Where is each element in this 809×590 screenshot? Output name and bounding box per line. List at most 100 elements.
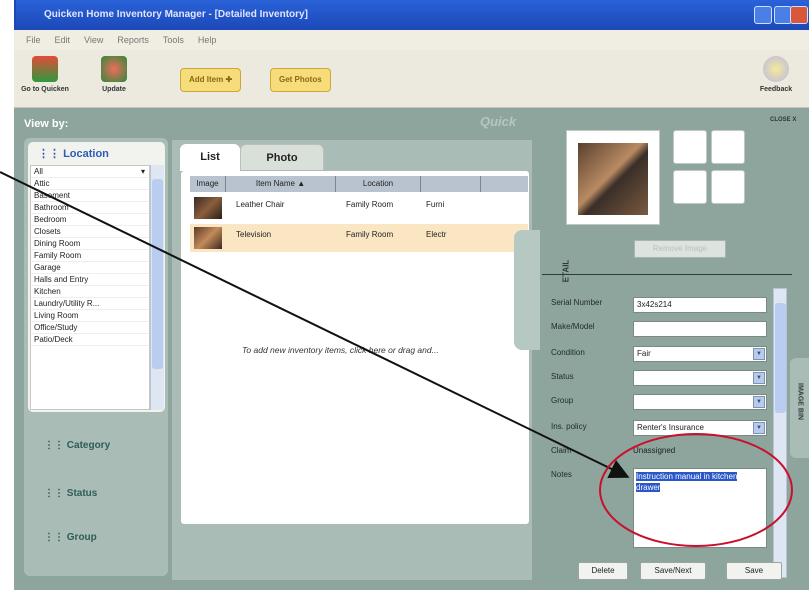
group-select[interactable]: ▼ [633, 394, 767, 410]
make-model-field[interactable] [633, 321, 767, 337]
status-select[interactable]: ▼ [633, 370, 767, 386]
notes-textarea[interactable]: Instruction manual in kitchen drawer [633, 468, 767, 548]
thumbnail-slot[interactable] [673, 170, 707, 204]
grip-icon: ⋮⋮ [44, 488, 67, 499]
save-button[interactable]: Save [726, 562, 782, 580]
condition-select[interactable]: Fair ▼ [633, 346, 767, 362]
location-list[interactable]: All ▾ Attic Basement Bathroom Bedroom Clo… [30, 165, 150, 410]
update-button[interactable]: Update [94, 56, 134, 93]
status-header[interactable]: ⋮⋮ Status [44, 488, 97, 499]
serial-number-label: Serial Number [551, 298, 603, 307]
menu-file[interactable]: File [26, 35, 41, 50]
update-label: Update [102, 86, 126, 93]
col-image-header[interactable]: Image [190, 176, 226, 192]
go-to-quicken-button[interactable]: Go to Quicken [20, 56, 70, 93]
group-header[interactable]: ⋮⋮ Group [44, 532, 97, 543]
tab-photo[interactable]: Photo [240, 144, 324, 171]
condition-label: Condition [551, 348, 585, 357]
list-item[interactable]: Patio/Deck [31, 334, 149, 346]
col-name-header[interactable]: Item Name ▲ [226, 176, 336, 192]
grip-icon: ⋮⋮ [38, 148, 64, 160]
toolbar: Go to Quicken Update Add Item ✚ Get Phot… [14, 50, 809, 108]
list-item[interactable]: Office/Study [31, 322, 149, 334]
list-item[interactable]: Bedroom [31, 214, 149, 226]
list-item[interactable]: Attic [31, 178, 149, 190]
row-thumbnail [190, 194, 226, 222]
quicken-watermark: Quick [480, 114, 517, 129]
menu-edit[interactable]: Edit [55, 35, 71, 50]
list-item[interactable]: Living Room [31, 310, 149, 322]
chevron-down-icon[interactable]: ▼ [753, 348, 765, 360]
tab-item-detail[interactable]: ITEM DETAIL [514, 230, 571, 350]
menu-view[interactable]: View [84, 35, 103, 50]
window-title-bar: Quicken Home Inventory Manager - [Detail… [14, 0, 809, 30]
menu-bar: File Edit View Reports Tools Help [14, 30, 809, 50]
thumbnail-slot[interactable] [673, 130, 707, 164]
ins-policy-select[interactable]: Renter's Insurance ▼ [633, 420, 767, 436]
notes-label: Notes [551, 470, 572, 479]
col-category-header[interactable] [421, 176, 481, 192]
menu-reports[interactable]: Reports [117, 35, 149, 50]
go-to-quicken-label: Go to Quicken [21, 86, 69, 93]
serial-number-field[interactable]: 3x42s214 [633, 297, 767, 313]
row-category: Electr [426, 230, 447, 239]
status-label: Status [551, 372, 574, 381]
feedback-button[interactable]: Feedback [756, 56, 796, 93]
list-item[interactable]: Closets [31, 226, 149, 238]
col-location-header[interactable]: Location [336, 176, 421, 192]
chevron-down-icon[interactable]: ▼ [753, 372, 765, 384]
chevron-down-icon[interactable]: ▼ [753, 396, 765, 408]
row-location: Family Room [346, 230, 394, 239]
list-item[interactable]: All ▾ [31, 166, 149, 178]
feedback-label: Feedback [759, 86, 793, 93]
sort-up-icon: ▲ [297, 179, 306, 188]
table-row-selected[interactable]: Television Family Room Electr [190, 224, 528, 252]
list-item[interactable]: Garage [31, 262, 149, 274]
list-item[interactable]: Bathroom [31, 202, 149, 214]
claim-label: Claim [551, 446, 572, 455]
category-header[interactable]: ⋮⋮ Category [44, 440, 110, 451]
list-item[interactable]: Family Room [31, 250, 149, 262]
thumbnail-slot[interactable] [711, 130, 745, 164]
location-header[interactable]: ⋮⋮ Location [38, 147, 109, 160]
scroll-thumb[interactable] [775, 303, 786, 413]
location-header-label: Location [63, 148, 109, 160]
location-scrollbar[interactable] [150, 165, 164, 410]
menu-tools[interactable]: Tools [163, 35, 184, 50]
remove-image-button[interactable]: Remove Image [634, 240, 726, 258]
item-photo[interactable] [578, 143, 648, 215]
chevron-down-icon[interactable]: ▼ [753, 422, 765, 434]
minimize-button[interactable] [754, 6, 772, 24]
detail-scrollbar[interactable] [773, 288, 787, 578]
tab-image-bin[interactable]: IMAGE BIN [790, 358, 809, 458]
list-item[interactable]: Laundry/Utility R... [31, 298, 149, 310]
menu-help[interactable]: Help [198, 35, 217, 50]
table-row[interactable]: Leather Chair Family Room Furni [190, 194, 528, 222]
list-item[interactable]: Basement [31, 190, 149, 202]
window-title: Quicken Home Inventory Manager - [Detail… [44, 9, 308, 20]
group-label: Group [551, 396, 574, 405]
feedback-icon [763, 56, 789, 82]
add-items-hint[interactable]: To add new inventory items, click here o… [242, 345, 439, 355]
tab-list[interactable]: List [180, 144, 240, 171]
add-item-button[interactable]: Add Item ✚ [180, 68, 242, 92]
scroll-thumb[interactable] [152, 179, 163, 369]
make-model-label: Make/Model [551, 322, 595, 331]
list-item[interactable]: Halls and Entry [31, 274, 149, 286]
notes-selected-text: Instruction manual in kitchen drawer [636, 472, 738, 492]
quicken-icon [32, 56, 58, 82]
get-photos-button[interactable]: Get Photos [270, 68, 331, 92]
list-item[interactable]: Dining Room [31, 238, 149, 250]
grip-icon: ⋮⋮ [44, 440, 67, 451]
table-header: Image Item Name ▲ Location [190, 176, 528, 192]
close-window-button[interactable] [790, 6, 808, 24]
close-detail-button[interactable]: CLOSE X [770, 117, 796, 123]
grip-icon: ⋮⋮ [44, 532, 67, 543]
row-location: Family Room [346, 200, 394, 209]
delete-button[interactable]: Delete [578, 562, 628, 580]
list-item[interactable]: Kitchen [31, 286, 149, 298]
thumbnail-slot[interactable] [711, 170, 745, 204]
save-next-button[interactable]: Save/Next [640, 562, 706, 580]
update-icon [101, 56, 127, 82]
chevron-down-icon[interactable]: ▾ [141, 166, 149, 177]
